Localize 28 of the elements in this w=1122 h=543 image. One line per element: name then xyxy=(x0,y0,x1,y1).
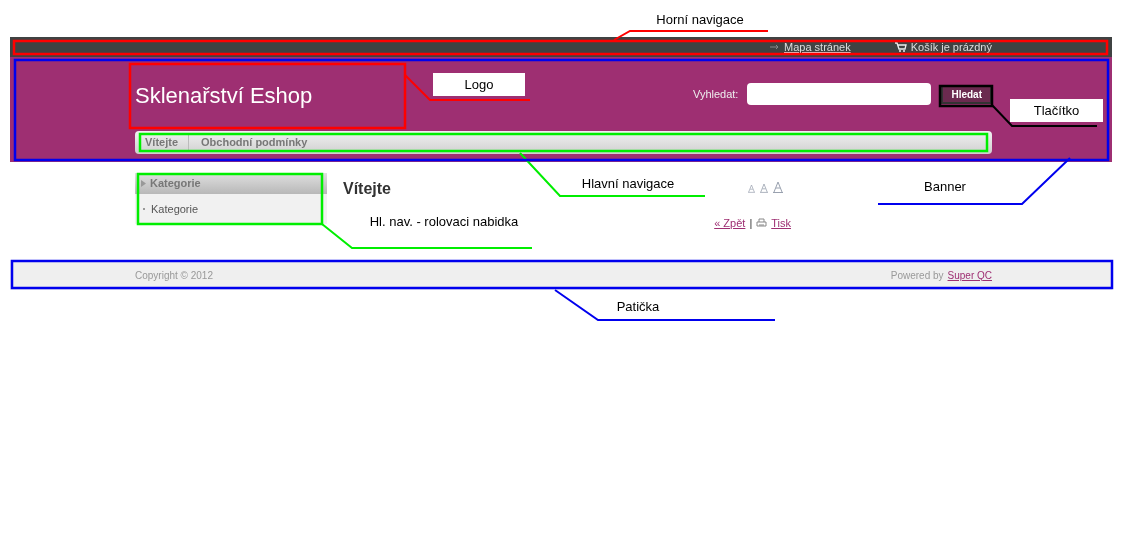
annotation-label: Horní navigace xyxy=(655,11,745,30)
annotation-label: Hlavní navigace xyxy=(580,175,676,194)
printer-icon xyxy=(756,218,768,229)
triangle-icon xyxy=(141,180,146,187)
sitemap-link[interactable]: Mapa stránek xyxy=(784,38,851,56)
font-size-icon[interactable] xyxy=(773,181,783,193)
font-size-icon[interactable] xyxy=(760,183,768,193)
annotation-label: Banner xyxy=(923,178,967,197)
cart-status: Košík je prázdný xyxy=(910,39,992,55)
back-link[interactable]: « Zpět xyxy=(714,215,746,232)
search-label: Vyhledat: xyxy=(692,86,739,102)
link-separator: | xyxy=(749,216,753,231)
logo[interactable]: Sklenařství Eshop xyxy=(135,78,313,112)
powered-link[interactable]: Super QC xyxy=(947,267,992,283)
annotation-label: Logo xyxy=(433,73,525,96)
arrow-icon xyxy=(770,44,780,50)
annotation-label: Patička xyxy=(615,298,661,317)
page-title: Vítejte xyxy=(343,179,391,199)
annotation-label: Tlačítko xyxy=(1010,99,1103,122)
powered-by: Powered by xyxy=(890,268,944,283)
cart-icon xyxy=(894,42,907,52)
copyright: Copyright © 2012 xyxy=(135,268,213,283)
annotation-label: Hl. nav. - rolovaci nabidka xyxy=(368,214,520,230)
sidebar-item[interactable]: Kategorie xyxy=(135,194,327,224)
print-link[interactable]: Tisk xyxy=(771,215,791,232)
sidebar-title: Kategorie xyxy=(150,176,201,192)
font-size-icon[interactable] xyxy=(748,184,755,193)
search-field[interactable] xyxy=(747,83,932,105)
